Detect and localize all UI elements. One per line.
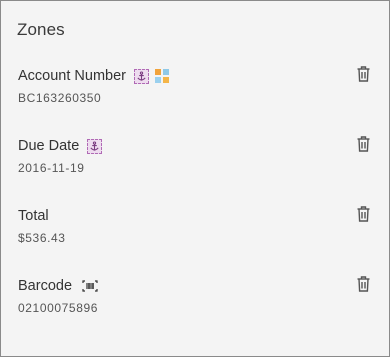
zone-value: BC163260350 [18, 91, 102, 105]
zone-name: Account Number [18, 68, 126, 84]
delete-zone-button[interactable] [353, 274, 373, 294]
zone-name: Barcode [18, 278, 73, 294]
anchor-icon[interactable] [87, 138, 103, 154]
delete-zone-button[interactable] [353, 134, 373, 154]
trash-icon [357, 206, 369, 222]
color-grid-icon[interactable] [155, 69, 169, 83]
zones-panel: Zones Account Number BC163260350 Due Dat… [0, 0, 390, 357]
panel-title: Zones [17, 20, 65, 39]
zone-value: 2016-11-19 [18, 161, 85, 175]
zone-item-barcode[interactable]: Barcode 02100075896 [1, 274, 389, 337]
zone-item-due-date[interactable]: Due Date 2016-11-19 [1, 134, 389, 197]
delete-zone-button[interactable] [353, 64, 373, 84]
barcode-icon [82, 280, 98, 292]
zone-name: Due Date [18, 138, 80, 154]
trash-icon [357, 66, 369, 82]
zone-name: Total [18, 208, 49, 224]
zone-value: 02100075896 [18, 301, 99, 315]
zone-item-account-number[interactable]: Account Number BC163260350 [1, 64, 389, 127]
trash-icon [357, 276, 369, 292]
delete-zone-button[interactable] [353, 204, 373, 224]
zone-value: $536.43 [18, 231, 66, 245]
trash-icon [357, 136, 369, 152]
zone-item-total[interactable]: Total $536.43 [1, 204, 389, 267]
anchor-icon[interactable] [134, 68, 149, 84]
